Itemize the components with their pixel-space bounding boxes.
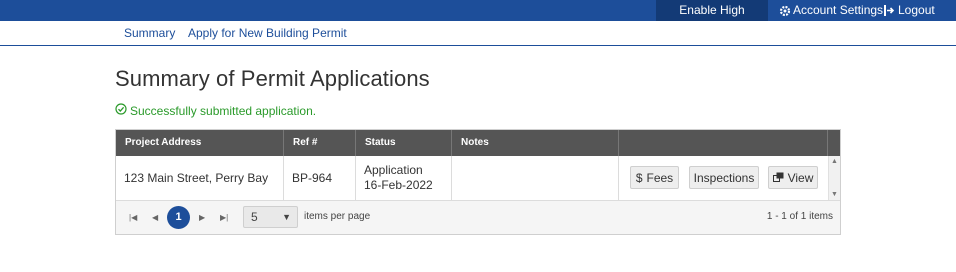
column-header-status[interactable]: Status (356, 130, 452, 156)
fees-label: Fees (646, 170, 674, 185)
account-settings-link[interactable]: Account Settings (779, 0, 883, 21)
fees-button[interactable]: $ Fees (630, 166, 679, 189)
table-row: 123 Main Street, Perry Bay BP-964 Applic… (116, 156, 828, 200)
page-number-button[interactable]: 1 (167, 206, 190, 229)
page-title: Summary of Permit Applications (115, 66, 430, 91)
cell-ref: BP-964 (284, 156, 356, 200)
sub-navigation: Summary Apply for New Building Permit (0, 21, 956, 46)
previous-page-icon[interactable]: ◀ (152, 213, 158, 222)
grid-pager: |◀ ◀ 1 ▶ ▶| 5 ▼ items per page 1 - 1 of … (116, 200, 840, 234)
status-text: Application (364, 163, 423, 177)
external-window-icon (772, 171, 784, 185)
inspections-button[interactable]: Inspections (689, 166, 759, 189)
logout-link[interactable]: Logout (884, 0, 935, 21)
view-label: View (787, 170, 814, 185)
success-text: Successfully submitted application. (130, 103, 317, 118)
grid-header: Project Address Ref # Status Notes (116, 130, 840, 156)
logout-label: Logout (898, 3, 935, 17)
success-message: Successfully submitted application. (115, 103, 316, 118)
cell-project-address: 123 Main Street, Perry Bay (116, 156, 284, 200)
dollar-icon: $ (635, 170, 643, 185)
status-date: 16-Feb-2022 (364, 178, 433, 192)
page-size-select[interactable]: 5 ▼ (243, 206, 298, 228)
column-header-ref[interactable]: Ref # (284, 130, 356, 156)
permit-applications-grid: Project Address Ref # Status Notes 123 M… (115, 129, 841, 235)
nav-summary-link[interactable]: Summary (124, 26, 175, 40)
pager-info: 1 - 1 of 1 items (766, 211, 833, 222)
cell-status: Application 16-Feb-2022 (356, 156, 452, 200)
scroll-down-arrow-icon[interactable]: ▼ (831, 191, 838, 198)
grid-scrollbar[interactable]: ▲ ▼ (828, 156, 840, 200)
view-button[interactable]: View (768, 166, 818, 189)
last-page-icon[interactable]: ▶| (220, 213, 228, 222)
scroll-up-arrow-icon[interactable]: ▲ (831, 158, 838, 165)
logout-icon (884, 5, 895, 16)
account-settings-label: Account Settings (793, 3, 884, 17)
column-header-actions (619, 130, 828, 156)
cell-notes (452, 156, 619, 200)
first-page-icon[interactable]: |◀ (129, 213, 137, 222)
inspections-label: Inspections (693, 170, 755, 185)
dropdown-arrow-icon: ▼ (282, 212, 291, 222)
column-header-notes[interactable]: Notes (452, 130, 619, 156)
column-header-project-address[interactable]: Project Address (116, 130, 284, 156)
check-circle-icon (115, 103, 127, 118)
cell-actions: $ Fees Inspections View (619, 156, 828, 200)
items-per-page-label: items per page (304, 211, 371, 222)
nav-apply-permit-link[interactable]: Apply for New Building Permit (188, 26, 347, 40)
gear-icon (779, 5, 791, 17)
top-bar: Enable High Contrast Account Settings Lo… (0, 0, 956, 38)
high-contrast-button[interactable]: Enable High Contrast (656, 0, 768, 38)
next-page-icon[interactable]: ▶ (199, 213, 205, 222)
page-size-value: 5 (251, 210, 258, 224)
